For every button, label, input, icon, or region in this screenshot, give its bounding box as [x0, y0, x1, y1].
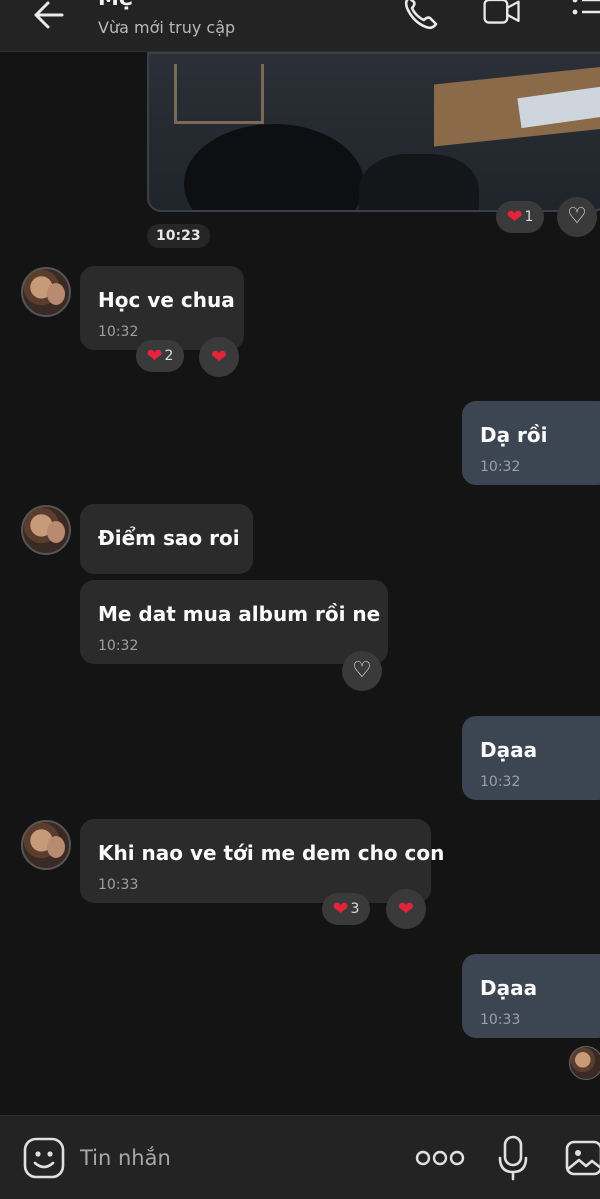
- heart-outline-icon: ♡: [352, 658, 372, 683]
- message-bubble-incoming[interactable]: Khi nao ve tới me dem cho con 10:33: [80, 819, 444, 903]
- avatar[interactable]: [21, 267, 71, 317]
- sticker-smile-icon[interactable]: [22, 1136, 66, 1180]
- video-camera-icon[interactable]: [482, 0, 522, 32]
- heart-icon: ❤: [506, 205, 523, 228]
- heart-icon: ❤: [332, 897, 349, 920]
- contact-name[interactable]: Mẹ: [98, 0, 133, 10]
- react-button[interactable]: ♡: [342, 651, 382, 691]
- reaction-count-badge[interactable]: ❤ 3: [322, 893, 370, 925]
- avatar[interactable]: [21, 505, 71, 555]
- heart-outline-icon: ♡: [567, 204, 587, 229]
- message-bubble-outgoing[interactable]: Dạ rồi 10:32: [462, 401, 600, 485]
- react-button[interactable]: ♡: [557, 197, 597, 237]
- shared-photo[interactable]: [147, 52, 600, 212]
- reaction-count-badge[interactable]: ❤ 1: [496, 201, 544, 233]
- reaction-count-badge[interactable]: ❤ 2: [136, 340, 184, 372]
- message-bubble-incoming[interactable]: Me dat mua album rồi ne 10:32: [80, 580, 388, 664]
- message-input[interactable]: [80, 1140, 390, 1176]
- avatar[interactable]: [21, 820, 71, 870]
- microphone-icon[interactable]: [496, 1134, 530, 1182]
- seen-avatar: [569, 1046, 600, 1080]
- list-menu-icon[interactable]: [566, 0, 600, 32]
- react-button[interactable]: ❤: [199, 337, 239, 377]
- react-button[interactable]: ❤: [386, 889, 426, 929]
- message-bubble-outgoing[interactable]: Dạaa 10:33: [462, 954, 600, 1038]
- heart-icon: ❤: [211, 345, 227, 368]
- message-bubble-incoming[interactable]: Điểm sao roi: [80, 504, 253, 574]
- heart-icon: ❤: [398, 897, 414, 920]
- heart-icon: ❤: [146, 344, 163, 367]
- arrow-left-icon[interactable]: [30, 0, 70, 32]
- more-dots-icon[interactable]: [414, 1146, 466, 1170]
- contact-status: Vừa mới truy cập: [98, 18, 236, 37]
- timestamp-pill: 10:23: [147, 224, 210, 248]
- message-bubble-outgoing[interactable]: Dạaa 10:32: [462, 716, 600, 800]
- image-icon[interactable]: [564, 1136, 600, 1180]
- message-composer: [0, 1115, 600, 1199]
- chat-header: Mẹ Vừa mới truy cập: [0, 0, 600, 52]
- phone-icon[interactable]: [400, 0, 440, 32]
